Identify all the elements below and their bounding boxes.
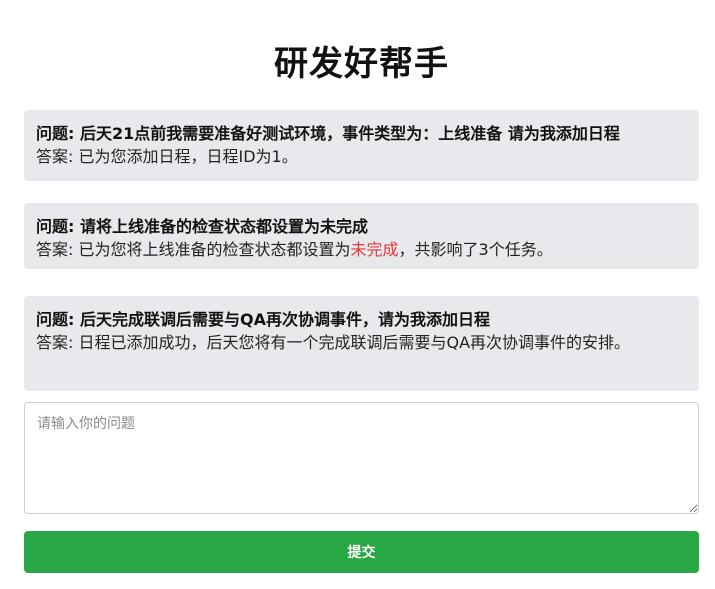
question-body: 后天完成联调后需要与QA再次协调事件，请为我添加日程 bbox=[79, 310, 490, 329]
answer-prefix: 答案: bbox=[36, 240, 79, 259]
qa-item: 问题: 请将上线准备的检查状态都设置为未完成 答案: 已为您将上线准备的检查状态… bbox=[24, 203, 699, 269]
answer-highlight: 未完成 bbox=[350, 240, 399, 259]
question-text: 问题: 后天完成联调后需要与QA再次协调事件，请为我添加日程 bbox=[36, 308, 687, 331]
question-prefix: 问题: bbox=[36, 217, 80, 236]
question-text: 问题: 后天21点前我需要准备好测试环境，事件类型为：上线准备 请为我添加日程 bbox=[36, 122, 687, 145]
page-title: 研发好帮手 bbox=[274, 44, 449, 84]
question-prefix: 问题: bbox=[36, 310, 80, 329]
answer-text: 答案: 日程已添加成功，后天您将有一个完成联调后需要与QA再次协调事件的安排。 bbox=[36, 331, 687, 354]
question-text: 问题: 请将上线准备的检查状态都设置为未完成 bbox=[36, 215, 687, 238]
question-prefix: 问题: bbox=[36, 124, 80, 143]
qa-list: 问题: 后天21点前我需要准备好测试环境，事件类型为：上线准备 请为我添加日程 … bbox=[24, 110, 699, 413]
answer-body: 已为您添加日程，日程ID为1。 bbox=[78, 147, 298, 166]
app-container: 研发好帮手 问题: 后天21点前我需要准备好测试环境，事件类型为：上线准备 请为… bbox=[0, 0, 715, 589]
submit-button[interactable]: 提交 bbox=[24, 531, 699, 573]
answer-body-tail: ，共影响了3个任务。 bbox=[398, 240, 553, 259]
answer-body: 已为您将上线准备的检查状态都设置为 bbox=[78, 240, 351, 259]
question-body: 请将上线准备的检查状态都设置为未完成 bbox=[79, 217, 368, 236]
answer-prefix: 答案: bbox=[36, 333, 79, 352]
answer-text: 答案: 已为您将上线准备的检查状态都设置为未完成，共影响了3个任务。 bbox=[36, 238, 687, 261]
qa-item: 问题: 后天21点前我需要准备好测试环境，事件类型为：上线准备 请为我添加日程 … bbox=[24, 110, 699, 181]
answer-prefix: 答案: bbox=[36, 147, 79, 166]
question-input[interactable] bbox=[24, 402, 699, 514]
answer-text: 答案: 已为您添加日程，日程ID为1。 bbox=[36, 145, 687, 168]
question-body: 后天21点前我需要准备好测试环境，事件类型为：上线准备 请为我添加日程 bbox=[79, 124, 620, 143]
qa-item: 问题: 后天完成联调后需要与QA再次协调事件，请为我添加日程 答案: 日程已添加… bbox=[24, 296, 699, 391]
answer-body: 日程已添加成功，后天您将有一个完成联调后需要与QA再次协调事件的安排。 bbox=[78, 333, 631, 352]
